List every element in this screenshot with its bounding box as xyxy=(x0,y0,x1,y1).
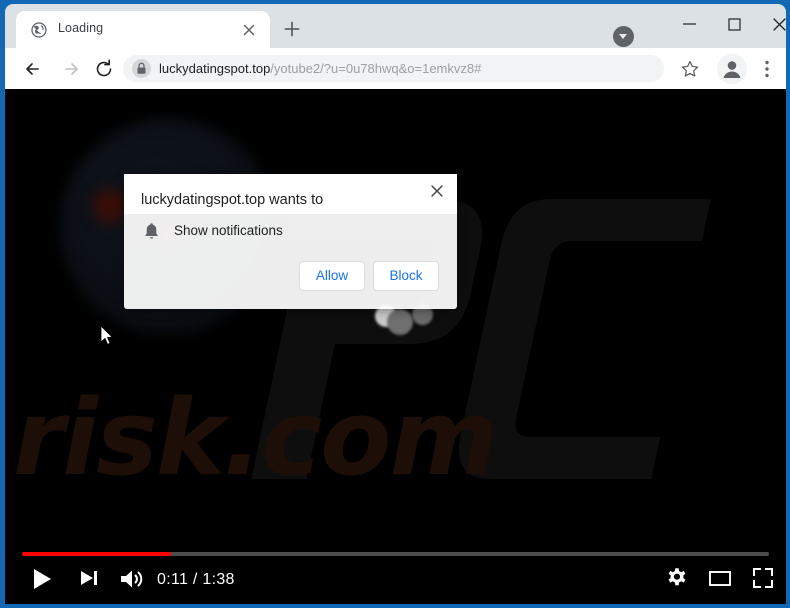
loading-dot xyxy=(387,309,413,335)
browser-window: Loading luckydatingspot.top/yotube2/?u=0… xyxy=(0,0,790,608)
volume-icon[interactable] xyxy=(118,566,146,592)
star-icon[interactable] xyxy=(677,56,703,82)
allow-button[interactable]: Allow xyxy=(299,261,365,291)
block-button[interactable]: Block xyxy=(373,261,439,291)
reload-icon[interactable] xyxy=(91,56,117,82)
notification-permission-dialog: luckydatingspot.top wants to Show notifi… xyxy=(124,174,457,309)
avatar[interactable] xyxy=(717,54,747,84)
new-tab-button[interactable] xyxy=(280,17,304,41)
lock-icon[interactable] xyxy=(132,59,151,78)
close-icon[interactable] xyxy=(428,182,446,200)
tab-title: Loading xyxy=(58,21,104,35)
next-track-icon[interactable] xyxy=(77,566,101,590)
address-bar[interactable]: luckydatingspot.top/yotube2/?u=0u78hwq&o… xyxy=(123,55,664,82)
mouse-cursor xyxy=(100,325,114,346)
site-watermark-text: risk.com xyxy=(13,377,498,499)
three-dot-menu-icon[interactable] xyxy=(755,57,779,81)
url-host: luckydatingspot.top xyxy=(159,61,271,76)
dialog-header: luckydatingspot.top wants to xyxy=(124,174,457,214)
browser-tab[interactable]: Loading xyxy=(16,11,270,48)
theater-mode-icon[interactable] xyxy=(707,566,733,590)
dialog-title: luckydatingspot.top wants to xyxy=(141,192,324,208)
download-arrow-icon[interactable] xyxy=(613,26,634,47)
minimize-button[interactable] xyxy=(667,8,712,40)
window-close-button[interactable] xyxy=(757,8,790,40)
play-icon[interactable] xyxy=(29,566,55,592)
maximize-button[interactable] xyxy=(712,8,757,40)
back-icon[interactable] xyxy=(21,56,47,82)
background-dot xyxy=(93,189,127,223)
browser-toolbar: luckydatingspot.top/yotube2/?u=0u78hwq&o… xyxy=(5,48,786,89)
gear-icon[interactable] xyxy=(665,566,689,590)
video-player-controls: 0:11 / 1:38 xyxy=(5,542,786,604)
tab-strip: Loading xyxy=(5,4,786,48)
page-viewport: risk.com 0:11 / 1:38 luckydatingspot.top… xyxy=(5,89,786,604)
globe-icon xyxy=(31,22,47,38)
video-progress-played xyxy=(22,552,172,556)
fullscreen-icon[interactable] xyxy=(751,566,775,590)
close-icon[interactable] xyxy=(240,21,258,39)
permission-option-label: Show notifications xyxy=(174,223,283,238)
video-time-display: 0:11 / 1:38 xyxy=(157,571,235,588)
forward-icon[interactable] xyxy=(57,56,83,82)
url-path: /yotube2/?u=0u78hwq&o=1emkvz8# xyxy=(270,61,482,76)
video-progress-bar[interactable] xyxy=(22,552,769,556)
bell-icon xyxy=(143,222,160,241)
address-bar-url: luckydatingspot.top/yotube2/?u=0u78hwq&o… xyxy=(159,60,481,77)
